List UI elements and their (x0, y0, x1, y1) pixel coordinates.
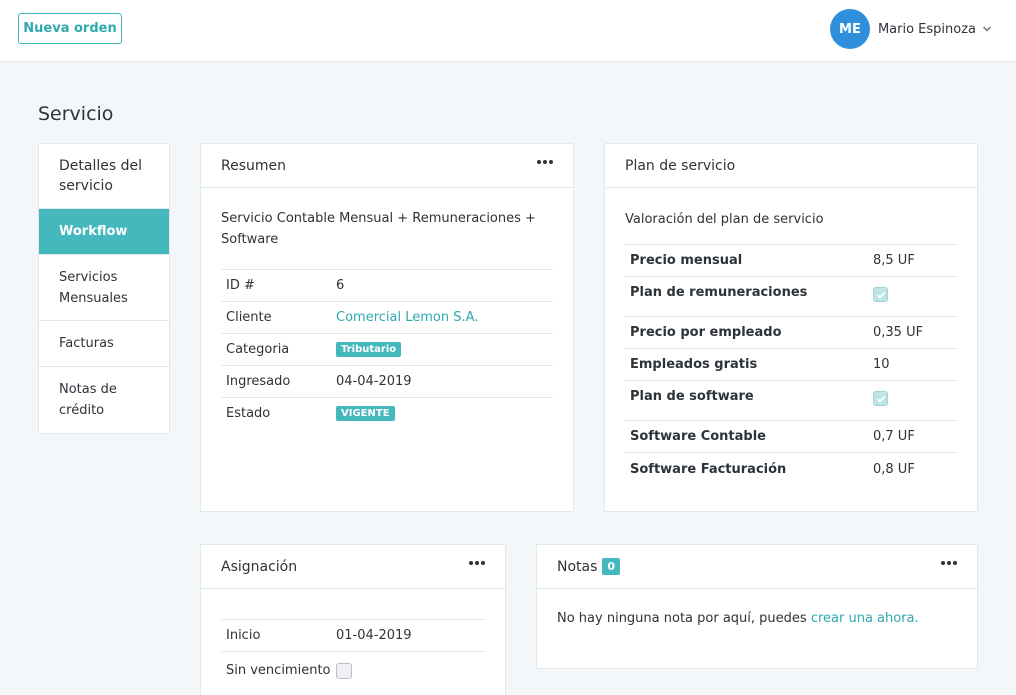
nav-heading: Detalles del servicio (39, 144, 169, 209)
check-icon (876, 291, 885, 299)
row-value: 8,5 UF (873, 253, 915, 268)
table-row: Precio mensual 8,5 UF (625, 245, 957, 277)
more-options-icon[interactable] (469, 561, 485, 565)
row-key: Precio mensual (630, 253, 743, 268)
summary-title: Resumen (221, 157, 287, 174)
notes-card: Notas 0 No hay ninguna nota por aquí, pu… (536, 544, 978, 669)
table-row: Empleados gratis 10 (625, 349, 957, 381)
table-row: ID # 6 (221, 269, 553, 301)
checkbox-checked (873, 287, 888, 302)
assignment-title: Asignación (221, 558, 298, 575)
more-options-icon[interactable] (941, 561, 957, 565)
table-row: Inicio 01-04-2019 (221, 619, 485, 651)
row-key: Estado (226, 406, 271, 421)
notes-empty-message: No hay ninguna nota por aquí, puedes cre… (537, 589, 977, 648)
no-expiry-checkbox[interactable] (336, 663, 352, 679)
summary-table: ID # 6 Cliente Comercial Lemon S.A. Cate… (221, 269, 553, 429)
row-key: Software Contable (630, 429, 766, 444)
assignment-header: Asignación (201, 545, 505, 589)
create-note-link[interactable]: crear una ahora. (811, 611, 919, 626)
nav-item-facturas[interactable]: Facturas (39, 321, 169, 367)
row-value: 01-04-2019 (336, 628, 412, 643)
row-key: Plan de remuneraciones (630, 285, 808, 300)
nav-item-workflow[interactable]: Workflow (39, 209, 169, 255)
row-key: Sin vencimiento (226, 663, 331, 678)
page-title: Servicio (38, 103, 114, 125)
user-name[interactable]: Mario Espinoza (878, 22, 976, 37)
checkbox-checked (873, 391, 888, 406)
table-row: Categoria Tributario (221, 333, 553, 365)
row-key: Plan de software (630, 389, 754, 404)
table-row: Plan de software (625, 381, 957, 421)
status-badge: VIGENTE (336, 406, 395, 421)
row-value: 0,8 UF (873, 461, 915, 477)
summary-card: Resumen Servicio Contable Mensual + Remu… (200, 143, 574, 512)
row-key: Inicio (226, 628, 261, 643)
table-row: Software Facturación 0,8 UF (625, 453, 957, 485)
table-row: Ingresado 04-04-2019 (221, 365, 553, 397)
table-row: Plan de remuneraciones (625, 277, 957, 317)
client-link[interactable]: Comercial Lemon S.A. (336, 310, 478, 325)
nav-item-notas-credito[interactable]: Notas de crédito (39, 367, 169, 433)
row-key: ID # (226, 278, 255, 293)
row-value: 0,35 UF (873, 325, 924, 340)
row-value: 6 (336, 278, 345, 293)
plan-title: Plan de servicio (625, 157, 736, 174)
table-row: Cliente Comercial Lemon S.A. (221, 301, 553, 333)
nav-item-servicios-mensuales[interactable]: Servicios Mensuales (39, 255, 169, 321)
new-order-button[interactable]: Nueva orden (18, 13, 122, 44)
row-value: 04-04-2019 (336, 374, 412, 389)
service-description: Servicio Contable Mensual + Remuneracion… (221, 211, 536, 247)
assignment-table: Inicio 01-04-2019 Sin vencimiento (221, 619, 485, 695)
row-key: Cliente (226, 310, 272, 325)
plan-header: Plan de servicio (605, 144, 977, 188)
row-value: 0,7 UF (873, 429, 915, 444)
service-detail-nav: Detalles del servicio Workflow Servicios… (38, 143, 170, 434)
chevron-down-icon[interactable] (982, 24, 992, 34)
top-bar: Nueva orden ME Mario Espinoza (0, 0, 1016, 62)
table-row: Sin vencimiento (221, 651, 485, 695)
row-key: Precio por empleado (630, 325, 782, 340)
more-options-icon[interactable] (537, 160, 553, 164)
avatar[interactable]: ME (829, 9, 870, 49)
row-key: Ingresado (226, 374, 291, 389)
empty-text: No hay ninguna nota por aquí, puedes (557, 611, 811, 626)
plan-subtitle: Valoración del plan de servicio (625, 212, 824, 227)
table-row: Precio por empleado 0,35 UF (625, 317, 957, 349)
check-icon (876, 395, 885, 403)
row-key: Empleados gratis (630, 357, 758, 372)
row-value: 10 (873, 357, 890, 372)
summary-header: Resumen (201, 144, 573, 188)
notes-header: Notas 0 (537, 545, 977, 589)
service-plan-card: Plan de servicio Valoración del plan de … (604, 143, 978, 512)
category-tag: Tributario (336, 342, 402, 357)
table-row: Estado VIGENTE (221, 397, 553, 429)
notes-count-badge: 0 (602, 558, 621, 575)
plan-table: Precio mensual 8,5 UF Plan de remuneraci… (625, 244, 957, 485)
row-key: Software Facturación (630, 461, 787, 477)
table-row: Software Contable 0,7 UF (625, 421, 957, 453)
row-key: Categoria (226, 342, 290, 357)
user-menu[interactable]: ME Mario Espinoza (829, 9, 992, 49)
notes-title: Notas (557, 558, 598, 575)
assignment-card: Asignación Inicio 01-04-2019 Sin vencimi… (200, 544, 506, 695)
